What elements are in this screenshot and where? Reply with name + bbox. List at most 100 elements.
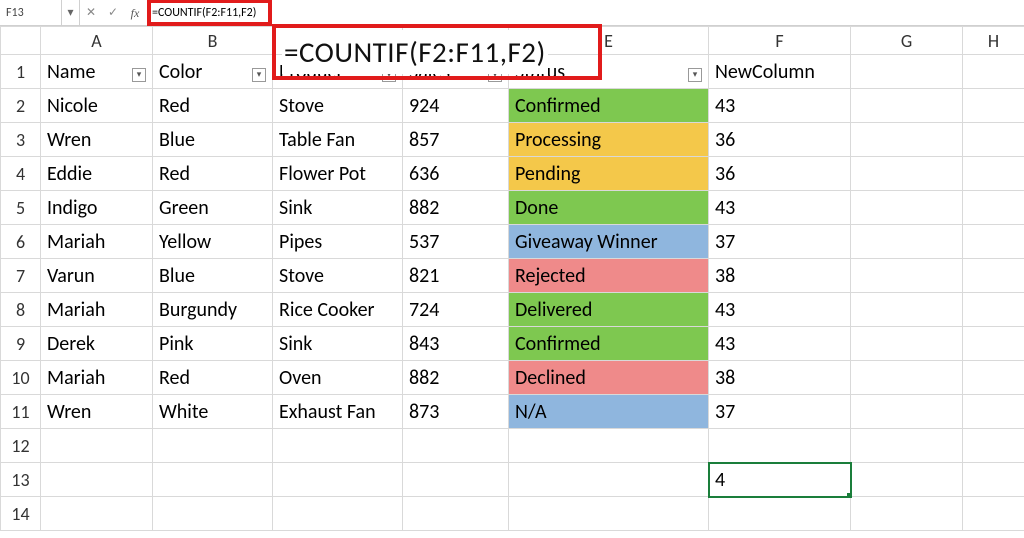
cancel-icon[interactable]: ✕ bbox=[80, 0, 102, 25]
cell[interactable] bbox=[851, 89, 963, 123]
cell[interactable]: Blue bbox=[153, 259, 273, 293]
cell[interactable]: Nicole bbox=[41, 89, 153, 123]
cell[interactable]: Table Fan bbox=[273, 123, 403, 157]
cell[interactable] bbox=[509, 463, 709, 497]
cell[interactable]: 882 bbox=[403, 361, 509, 395]
cell[interactable]: 36 bbox=[709, 157, 851, 191]
row-header[interactable]: 12 bbox=[1, 429, 41, 463]
cell[interactable]: Eddie bbox=[41, 157, 153, 191]
cell[interactable]: Flower Pot bbox=[273, 157, 403, 191]
cell[interactable]: Pipes bbox=[273, 225, 403, 259]
row-header[interactable]: 2 bbox=[1, 89, 41, 123]
col-header-A[interactable]: A bbox=[41, 27, 153, 55]
cell[interactable] bbox=[709, 497, 851, 531]
cell[interactable]: Burgundy bbox=[153, 293, 273, 327]
cell[interactable]: Sink bbox=[273, 191, 403, 225]
cell[interactable] bbox=[963, 463, 1024, 497]
cell[interactable] bbox=[963, 89, 1024, 123]
namebox-dropdown-icon[interactable]: ▾ bbox=[62, 0, 80, 25]
col-header-H[interactable]: H bbox=[963, 27, 1024, 55]
col-header-G[interactable]: G bbox=[851, 27, 963, 55]
row-header[interactable]: 4 bbox=[1, 157, 41, 191]
cell[interactable] bbox=[963, 191, 1024, 225]
cell[interactable]: 37 bbox=[709, 395, 851, 429]
cell[interactable]: 43 bbox=[709, 191, 851, 225]
cell[interactable]: 843 bbox=[403, 327, 509, 361]
cell[interactable]: Yellow bbox=[153, 225, 273, 259]
select-all-corner[interactable] bbox=[1, 27, 41, 55]
cell[interactable] bbox=[851, 225, 963, 259]
cell[interactable] bbox=[403, 463, 509, 497]
cell[interactable]: Green bbox=[153, 191, 273, 225]
cell[interactable] bbox=[851, 293, 963, 327]
cell[interactable]: NewColumn bbox=[709, 55, 851, 89]
cell[interactable]: 857 bbox=[403, 123, 509, 157]
cell[interactable]: Indigo bbox=[41, 191, 153, 225]
cell[interactable] bbox=[41, 497, 153, 531]
cell[interactable]: 36 bbox=[709, 123, 851, 157]
fx-icon[interactable]: fx bbox=[124, 0, 146, 25]
cell-status[interactable]: Confirmed bbox=[509, 89, 709, 123]
cell[interactable]: Wren bbox=[41, 123, 153, 157]
cell[interactable] bbox=[963, 259, 1024, 293]
row-header[interactable]: 1 bbox=[1, 55, 41, 89]
cell[interactable] bbox=[851, 123, 963, 157]
cell[interactable]: 43 bbox=[709, 327, 851, 361]
filter-icon[interactable]: ▾ bbox=[252, 68, 266, 82]
cell-status[interactable]: N/A bbox=[509, 395, 709, 429]
cell[interactable]: Wren bbox=[41, 395, 153, 429]
row-header[interactable]: 5 bbox=[1, 191, 41, 225]
cell[interactable] bbox=[851, 395, 963, 429]
name-box[interactable]: F13 bbox=[0, 0, 62, 25]
row-header[interactable]: 6 bbox=[1, 225, 41, 259]
cell[interactable]: 636 bbox=[403, 157, 509, 191]
cell[interactable]: White bbox=[153, 395, 273, 429]
cell[interactable]: Blue bbox=[153, 123, 273, 157]
filter-icon[interactable]: ▾ bbox=[688, 68, 702, 82]
cell[interactable] bbox=[851, 429, 963, 463]
filter-icon[interactable]: ▾ bbox=[132, 68, 146, 82]
cell[interactable] bbox=[41, 429, 153, 463]
cell-status[interactable]: Giveaway Winner bbox=[509, 225, 709, 259]
cell[interactable] bbox=[509, 497, 709, 531]
cell[interactable] bbox=[851, 497, 963, 531]
cell[interactable] bbox=[273, 497, 403, 531]
col-header-B[interactable]: B bbox=[153, 27, 273, 55]
cell[interactable] bbox=[963, 429, 1024, 463]
cell[interactable]: 43 bbox=[709, 293, 851, 327]
cell[interactable]: Varun bbox=[41, 259, 153, 293]
row-header[interactable]: 10 bbox=[1, 361, 41, 395]
cell[interactable] bbox=[41, 463, 153, 497]
row-header[interactable]: 13 bbox=[1, 463, 41, 497]
cell[interactable]: Oven bbox=[273, 361, 403, 395]
cell[interactable]: 724 bbox=[403, 293, 509, 327]
cell[interactable] bbox=[851, 259, 963, 293]
cell-status[interactable]: Delivered bbox=[509, 293, 709, 327]
confirm-icon[interactable]: ✓ bbox=[102, 0, 124, 25]
cell[interactable] bbox=[153, 463, 273, 497]
row-header[interactable]: 11 bbox=[1, 395, 41, 429]
cell[interactable]: Mariah bbox=[41, 293, 153, 327]
cell[interactable]: 4 bbox=[709, 463, 851, 497]
row-header[interactable]: 3 bbox=[1, 123, 41, 157]
cell[interactable]: 821 bbox=[403, 259, 509, 293]
cell[interactable] bbox=[963, 157, 1024, 191]
cell[interactable] bbox=[963, 327, 1024, 361]
cell[interactable]: Mariah bbox=[41, 225, 153, 259]
cell[interactable] bbox=[963, 395, 1024, 429]
cell[interactable] bbox=[851, 55, 963, 89]
row-header[interactable]: 9 bbox=[1, 327, 41, 361]
cell[interactable] bbox=[153, 429, 273, 463]
cell[interactable] bbox=[963, 55, 1024, 89]
cell[interactable] bbox=[509, 429, 709, 463]
cell-status[interactable]: Pending bbox=[509, 157, 709, 191]
cell[interactable] bbox=[851, 327, 963, 361]
cell-status[interactable]: Processing bbox=[509, 123, 709, 157]
cell-status[interactable]: Rejected bbox=[509, 259, 709, 293]
cell[interactable] bbox=[153, 497, 273, 531]
cell[interactable] bbox=[963, 225, 1024, 259]
cell[interactable]: Red bbox=[153, 361, 273, 395]
cell[interactable]: 43 bbox=[709, 89, 851, 123]
cell[interactable] bbox=[963, 123, 1024, 157]
spreadsheet-grid[interactable]: A B C D E F G H 1 Name▾ Color▾ Product▾ … bbox=[0, 26, 1024, 531]
